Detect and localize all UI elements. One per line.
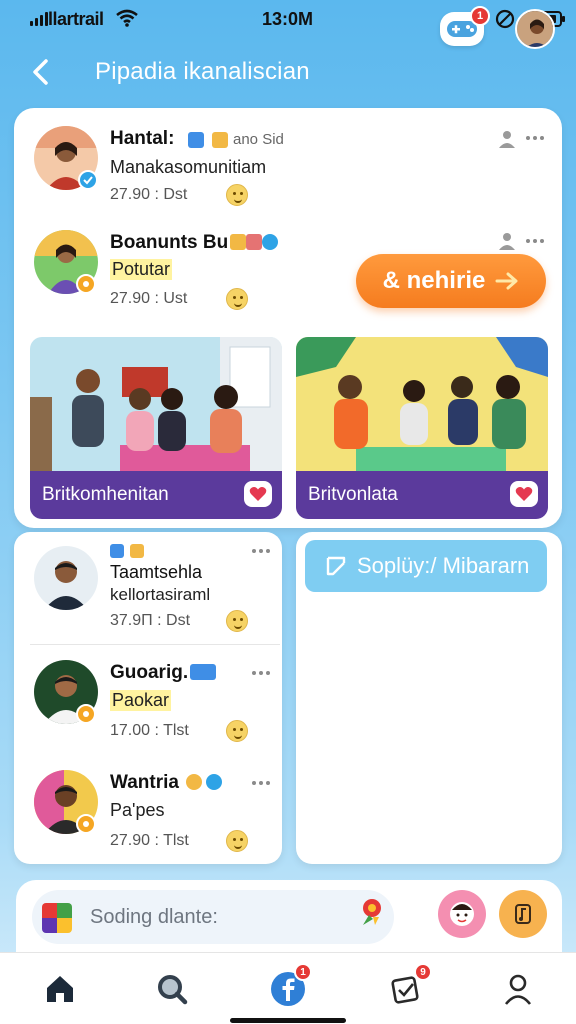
carrier-name: llartrail — [48, 9, 104, 29]
sticker-chip-icon — [246, 234, 262, 250]
star-badge-icon — [76, 274, 96, 294]
bottom-tab-bar: 1 9 — [0, 952, 576, 1024]
page-title: Pipadia ikanaliscian — [95, 58, 310, 85]
like-button[interactable] — [510, 481, 538, 507]
tab-home[interactable] — [38, 967, 82, 1011]
like-button[interactable] — [244, 481, 272, 507]
profile-avatar[interactable] — [515, 9, 555, 49]
post-meta: 27.90 : Tlst — [110, 832, 189, 849]
post-meta: 37.9Π : Dst — [110, 612, 191, 629]
video-chip-icon — [110, 544, 124, 558]
smile-emoji-icon[interactable] — [226, 830, 248, 852]
wifi-icon — [116, 9, 138, 27]
play-chip-icon — [212, 132, 228, 148]
data-saver-icon — [495, 9, 515, 29]
more-options-icon[interactable] — [252, 671, 270, 675]
photo-card[interactable]: Britvonlata — [296, 337, 548, 519]
post-meta: 27.90 : Dst — [110, 186, 188, 203]
avatar[interactable] — [34, 546, 98, 610]
music-button[interactable] — [499, 890, 547, 938]
edit-icon — [326, 556, 346, 576]
photo-card[interactable]: Britkomhenitan — [30, 337, 282, 519]
play-chip-icon — [130, 544, 144, 558]
chevron-left-icon — [33, 59, 48, 85]
video-chip-icon — [188, 132, 204, 148]
heart-icon — [249, 487, 267, 501]
smile-emoji-icon[interactable] — [226, 720, 248, 742]
verified-badge-icon — [78, 170, 98, 190]
video-chip-icon — [190, 664, 216, 680]
post-subtitle: Potutar — [110, 259, 173, 280]
photo-caption-text: Britvonlata — [308, 484, 398, 505]
post-subtitle: Manakasomunitiam — [110, 157, 267, 177]
divider — [30, 644, 280, 645]
arrow-right-icon — [495, 272, 518, 290]
post-meta: 17.00 : Tlst — [110, 722, 189, 739]
verified-chip-icon — [262, 234, 278, 250]
rocket-icon[interactable] — [355, 895, 389, 929]
person-icon[interactable] — [498, 130, 516, 148]
more-options-icon[interactable] — [526, 136, 544, 140]
apply-label: Soplüy:/ Mibararn — [357, 553, 530, 578]
app-header: Pipadia ikanaliscian — [0, 44, 576, 100]
clock-time: 13:0M — [262, 9, 314, 29]
post-author[interactable]: Hantal: — [110, 128, 174, 150]
cube-icon — [42, 903, 72, 933]
sticker-button[interactable] — [438, 890, 486, 938]
group-photo-image — [296, 337, 548, 471]
compose-placeholder: Soding dlante: — [90, 906, 218, 928]
group-photo-image — [30, 337, 282, 471]
home-indicator — [230, 1018, 346, 1023]
apply-button[interactable]: Soplüy:/ Mibararn — [305, 540, 547, 592]
post-author[interactable]: Wantria — [110, 772, 179, 794]
emoji-chip-icon — [186, 774, 202, 790]
smile-emoji-icon[interactable] — [226, 288, 248, 310]
signal-icon — [30, 10, 48, 26]
more-options-icon[interactable] — [252, 549, 270, 553]
tab-profile[interactable] — [496, 967, 540, 1011]
post-meta: 27.90 : Ust — [110, 290, 188, 307]
home-icon — [47, 976, 73, 1002]
post-author[interactable]: Guoarig. — [110, 662, 188, 684]
cta-button[interactable]: & nehirie — [356, 254, 546, 308]
star-badge-icon — [76, 704, 96, 724]
profile-icon — [504, 974, 532, 1005]
notification-badge: 1 — [470, 6, 490, 26]
post-subtitle: Paokar — [110, 690, 172, 711]
post-author[interactable]: Boanunts Bu — [110, 232, 228, 254]
cta-label: & nehirie — [382, 267, 486, 294]
music-note-icon — [515, 904, 531, 924]
photo-caption-text: Britkomhenitan — [42, 484, 169, 505]
tab-search[interactable] — [150, 967, 194, 1011]
post-author[interactable]: Taamtsehla — [110, 562, 202, 583]
back-button[interactable] — [24, 54, 56, 90]
post-subtitle: Pa'pes — [110, 800, 165, 820]
tasks-badge: 9 — [414, 963, 432, 981]
feed-badge: 1 — [294, 963, 312, 981]
smile-emoji-icon[interactable] — [226, 610, 248, 632]
person-icon[interactable] — [498, 232, 516, 250]
face-icon — [450, 902, 474, 926]
post-tag: ano Sid — [233, 131, 284, 148]
post-subtitle: kellortasiraml — [110, 585, 211, 604]
search-icon — [158, 975, 188, 1005]
emoji-chip-icon — [230, 234, 246, 250]
verified-chip-icon — [206, 774, 222, 790]
star-badge-icon — [76, 814, 96, 834]
smile-emoji-icon[interactable] — [226, 184, 248, 206]
more-options-icon[interactable] — [526, 239, 544, 243]
status-bar: llartrail 13:0M — [0, 0, 576, 40]
heart-icon — [515, 487, 533, 501]
more-options-icon[interactable] — [252, 781, 270, 785]
